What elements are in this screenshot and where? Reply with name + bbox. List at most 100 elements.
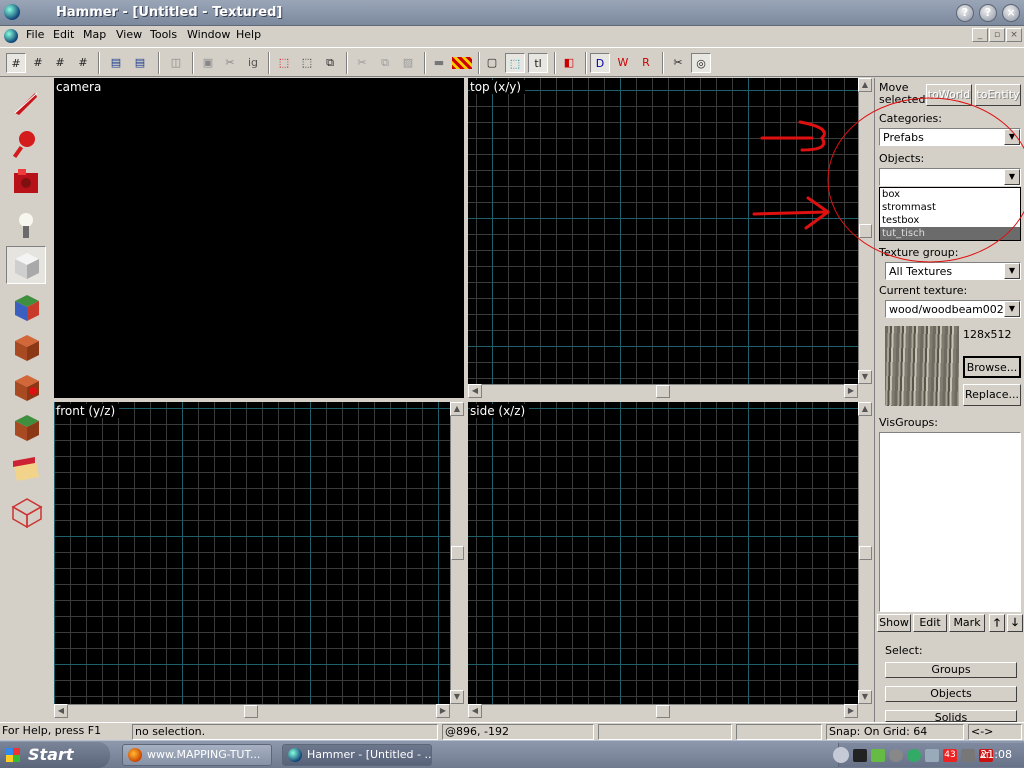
maximize-button[interactable]: ? [979, 4, 997, 22]
chevron-down-icon[interactable]: ▼ [1004, 129, 1020, 145]
show-detail-objects-icon[interactable]: D [590, 53, 610, 73]
objects-dropdown[interactable]: ▼ [879, 168, 1021, 186]
current-texture-dropdown[interactable]: wood/woodbeam002a ▼ [885, 300, 1021, 318]
menu-window[interactable]: Window [185, 28, 232, 41]
scroll-right-icon[interactable]: ▶ [844, 704, 858, 718]
mdi-close-button[interactable]: × [1006, 28, 1022, 42]
select-solids-button[interactable]: Solids [885, 710, 1017, 722]
scroll-down-icon[interactable]: ▼ [858, 690, 872, 704]
to-entity-icon[interactable]: ⬚ [274, 53, 294, 73]
grid-3d-icon[interactable]: # [28, 53, 48, 73]
top-viewport[interactable]: top (x/y) ▲ ▼ ◀ ▶ [468, 78, 872, 398]
mdi-minimize-button[interactable]: _ [972, 28, 988, 42]
tray-badge-icon[interactable]: 43 [943, 749, 957, 762]
menu-edit[interactable]: Edit [51, 28, 76, 41]
select-objects-button[interactable]: Objects [885, 686, 1017, 702]
chevron-down-icon[interactable]: ▼ [1004, 301, 1020, 317]
side-vertical-scrollbar[interactable]: ▲ ▼ [858, 402, 872, 704]
scroll-down-icon[interactable]: ▼ [450, 690, 464, 704]
texture-preview[interactable] [885, 326, 959, 406]
list-item-highlighted[interactable]: tut_tisch [880, 227, 1020, 240]
scroll-up-icon[interactable]: ▲ [858, 78, 872, 92]
scroll-left-icon[interactable]: ◀ [468, 384, 482, 398]
block-tool-icon[interactable] [6, 246, 46, 284]
overlay-tool-icon[interactable] [6, 408, 46, 446]
menu-help[interactable]: Help [234, 28, 263, 41]
mark-button[interactable]: Mark [949, 614, 985, 632]
grid-toggle-icon[interactable]: # [6, 53, 26, 73]
menu-map[interactable]: Map [81, 28, 108, 41]
camera-viewport[interactable]: camera [54, 78, 464, 398]
select-by-handles-icon[interactable]: ⬚ [505, 53, 525, 73]
run-map-icon[interactable]: ✂ [668, 53, 688, 73]
scroll-left-icon[interactable]: ◀ [468, 704, 482, 718]
front-vertical-scrollbar[interactable]: ▲ ▼ [450, 402, 464, 704]
network-globe-icon[interactable] [907, 749, 921, 762]
edit-button[interactable]: Edit [913, 614, 947, 632]
mdi-restore-button[interactable]: ▫ [989, 28, 1005, 42]
cut-icon[interactable]: ✂ [352, 53, 372, 73]
nvidia-icon[interactable] [871, 749, 885, 762]
chevron-down-icon[interactable]: ▼ [1004, 169, 1020, 185]
scroll-thumb[interactable] [859, 546, 872, 560]
scroll-up-icon[interactable]: ▲ [450, 402, 464, 416]
top-vertical-scrollbar[interactable]: ▲ ▼ [858, 78, 872, 384]
scroll-thumb[interactable] [656, 705, 670, 718]
to-world-icon[interactable]: ⬚ [297, 53, 317, 73]
front-horizontal-scrollbar[interactable]: ◀ ▶ [54, 704, 450, 718]
minimize-button[interactable]: ? [956, 4, 974, 22]
wireframe-icon[interactable]: ▬ [429, 53, 449, 73]
list-item[interactable]: strommast [880, 201, 1020, 214]
texture-lock-tl-icon[interactable]: tl [528, 53, 548, 73]
vertex-tool-icon[interactable] [6, 492, 46, 530]
apply-current-texture-icon[interactable] [6, 328, 46, 366]
move-down-icon[interactable]: 🡓 [1007, 614, 1023, 632]
front-viewport[interactable]: front (y/z) ▲ ▼ ◀ ▶ [54, 402, 464, 718]
smaller-grid-icon[interactable]: # [50, 53, 70, 73]
move-up-icon[interactable]: 🡑 [989, 614, 1005, 632]
show-entities-icon[interactable]: R [636, 53, 656, 73]
camera-tool-icon[interactable] [6, 164, 46, 202]
scroll-thumb[interactable] [859, 224, 872, 238]
scroll-down-icon[interactable]: ▼ [858, 370, 872, 384]
larger-grid-icon[interactable]: # [73, 53, 93, 73]
scroll-thumb[interactable] [656, 385, 670, 398]
tray-tool-icon[interactable] [961, 749, 975, 762]
list-item[interactable]: testbox [880, 214, 1020, 227]
menu-view[interactable]: View [114, 28, 144, 41]
group-icon[interactable]: ▤ [106, 53, 126, 73]
entity-tool-icon[interactable] [6, 206, 46, 244]
decal-tool-icon[interactable] [6, 368, 46, 406]
clipping-tool-icon[interactable] [6, 450, 46, 488]
visgroups-list[interactable] [879, 432, 1021, 612]
start-button[interactable]: Start [0, 742, 110, 768]
scroll-up-icon[interactable]: ▲ [858, 402, 872, 416]
tray-app-icon[interactable] [889, 749, 903, 762]
scroll-thumb[interactable] [451, 546, 464, 560]
magnify-tool-icon[interactable] [6, 124, 46, 162]
vertex-manipulation-icon[interactable]: ◧ [559, 53, 579, 73]
scroll-right-icon[interactable]: ▶ [844, 384, 858, 398]
taskbar-item-browser[interactable]: www.MAPPING-TUT... [122, 744, 272, 766]
texture-application-icon[interactable] [6, 288, 46, 326]
to-world-button[interactable]: toWorld [926, 84, 972, 106]
cordon-icon[interactable]: ◎ [691, 53, 711, 73]
show-button[interactable]: Show [877, 614, 911, 632]
top-horizontal-scrollbar[interactable]: ◀ ▶ [468, 384, 858, 398]
menu-tools[interactable]: Tools [148, 28, 179, 41]
texture-lock-icon[interactable]: ⧉ [320, 53, 340, 73]
copy-icon[interactable]: ⧉ [375, 53, 395, 73]
tray-monitor-icon[interactable] [925, 749, 939, 762]
close-button[interactable]: × [1002, 4, 1020, 22]
taskbar-item-hammer[interactable]: Hammer - [Untitled - ... [282, 744, 432, 766]
ignore-group-icon[interactable]: ig [243, 53, 263, 73]
scroll-right-icon[interactable]: ▶ [436, 704, 450, 718]
selection-box-icon[interactable]: ▢ [482, 53, 502, 73]
show-world-icon[interactable]: W [613, 53, 633, 73]
pointer-tool-icon[interactable] [6, 84, 46, 122]
side-horizontal-scrollbar[interactable]: ◀ ▶ [468, 704, 858, 718]
scroll-thumb[interactable] [244, 705, 258, 718]
ungroup-icon[interactable]: ▤ [130, 53, 150, 73]
clip-icon[interactable]: ✂ [220, 53, 240, 73]
hollow-icon[interactable]: ▣ [198, 53, 218, 73]
